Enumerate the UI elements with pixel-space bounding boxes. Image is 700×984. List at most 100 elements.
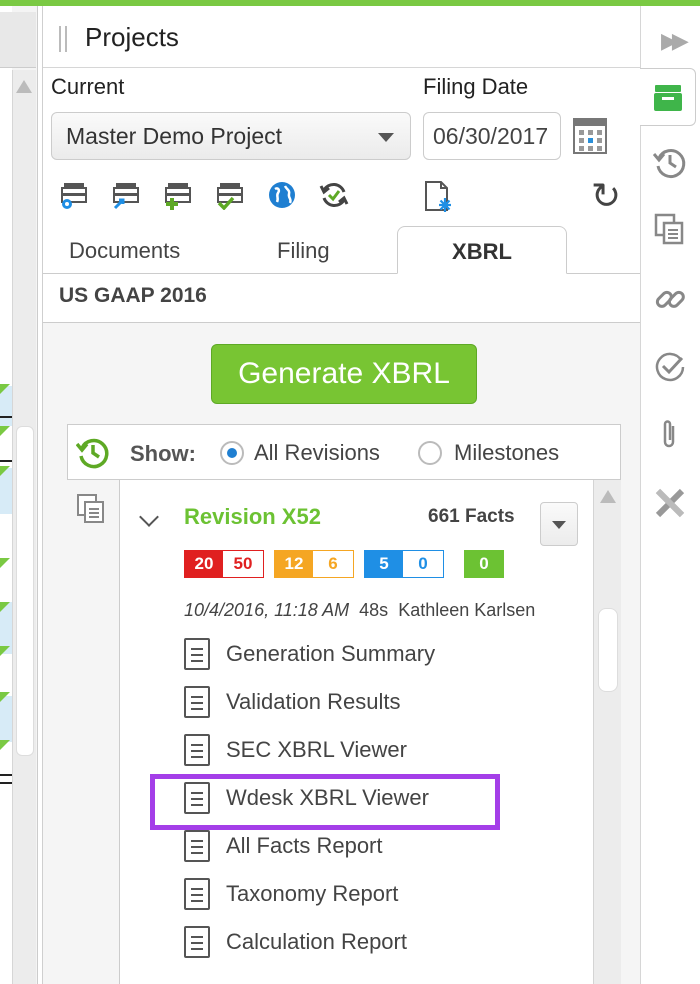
revision-filter-bar: Show: All Revisions Milestones (67, 424, 621, 480)
show-label: Show: (130, 441, 196, 466)
revision-menu-button[interactable] (540, 502, 578, 546)
doc-rule (0, 782, 12, 784)
current-label: Current (51, 74, 125, 99)
warning-count: 12 (275, 551, 313, 577)
doc-rule (0, 416, 12, 418)
tab-filing[interactable]: Filing (277, 238, 330, 264)
scroll-up-arrow[interactable] (600, 490, 616, 503)
document-tab (0, 12, 36, 68)
report-label: All Facts Report (226, 833, 383, 858)
report-label: Generation Summary (226, 641, 436, 666)
sync-icon[interactable] (319, 180, 349, 210)
fact-marker (0, 692, 10, 702)
settings-drawer-icon[interactable] (59, 180, 89, 210)
filing-date-label: Filing Date (423, 74, 529, 99)
add-drawer-icon[interactable] (163, 180, 193, 210)
chevron-down-icon[interactable] (139, 507, 159, 527)
warning-count-badge[interactable]: 12 6 (274, 550, 354, 578)
globe-icon[interactable] (267, 180, 297, 210)
document-icon (184, 926, 210, 958)
success-count: 0 (465, 551, 503, 577)
report-label: Taxonomy Report (226, 881, 399, 906)
check-circle-icon[interactable] (653, 350, 687, 384)
project-tabs: Documents Filing XBRL (43, 226, 641, 274)
info-count-secondary: 0 (403, 551, 443, 577)
radio-all-revisions[interactable] (220, 441, 244, 465)
scroll-up-arrow[interactable] (16, 80, 32, 93)
radio-all-revisions-label[interactable]: All Revisions (254, 440, 380, 466)
collapse-panel-icon[interactable]: ▶▶ (661, 28, 689, 54)
sidebar-item-projects[interactable] (640, 68, 696, 126)
attachment-icon[interactable] (653, 418, 687, 452)
fact-marker (0, 646, 10, 656)
success-count-badge[interactable]: 0 (464, 550, 504, 578)
info-count-badge[interactable]: 5 0 (364, 550, 444, 578)
project-select-value: Master Demo Project (66, 123, 283, 149)
revision-name[interactable]: Revision X52 (184, 504, 321, 530)
document-icon (184, 878, 210, 910)
projects-icon (654, 85, 682, 111)
radio-milestones-label[interactable]: Milestones (454, 440, 559, 466)
fact-marker (0, 426, 10, 436)
report-validation-results[interactable]: Validation Results (184, 684, 400, 720)
history-icon[interactable] (653, 146, 687, 180)
xbrl-x-icon[interactable] (653, 486, 687, 520)
scroll-thumb[interactable] (16, 426, 34, 756)
document-icon (184, 734, 210, 766)
tab-documents[interactable]: Documents (69, 238, 180, 264)
fact-marker (0, 740, 10, 750)
fact-marker (0, 466, 10, 476)
check-drawer-icon[interactable] (215, 180, 245, 210)
chevron-down-icon (378, 133, 394, 142)
refresh-icon[interactable]: ↻ (591, 178, 621, 214)
info-count: 5 (365, 551, 403, 577)
revision-author: Kathleen Karlsen (398, 600, 536, 620)
panel-title: Projects (85, 22, 179, 52)
project-select[interactable]: Master Demo Project (51, 112, 411, 160)
report-label: SEC XBRL Viewer (226, 737, 407, 762)
fact-marker (0, 558, 10, 568)
document-icon (184, 638, 210, 670)
fact-marker (0, 384, 10, 394)
revision-duration: 48s (359, 600, 389, 620)
right-sidebar: ▶▶ (640, 6, 700, 984)
error-count-secondary: 50 (223, 551, 263, 577)
generate-xbrl-button[interactable]: Generate XBRL (211, 344, 477, 404)
revision-scrollbar[interactable] (593, 480, 621, 984)
report-label: Calculation Report (226, 929, 407, 954)
taxonomy-label: US GAAP 2016 (59, 284, 207, 307)
copy-icon[interactable] (653, 212, 687, 246)
doc-highlight (0, 696, 12, 742)
error-count-badge[interactable]: 20 50 (184, 550, 264, 578)
report-generation-summary[interactable]: Generation Summary (184, 636, 435, 672)
panel-header: Projects (43, 6, 640, 68)
projects-panel: Projects Current Filing Date Master Demo… (42, 6, 641, 984)
calendar-icon[interactable] (573, 118, 607, 154)
error-count: 20 (185, 551, 223, 577)
warning-count-secondary: 6 (313, 551, 353, 577)
radio-milestones[interactable] (418, 441, 442, 465)
document-icon (184, 686, 210, 718)
tab-xbrl[interactable]: XBRL (397, 226, 567, 274)
revision-meta: 10/4/2016, 11:18 AM 48s Kathleen Karlsen (184, 600, 535, 621)
revision-facts-count: 661 Facts (428, 506, 515, 527)
background-document (0, 6, 38, 984)
filing-date-input[interactable]: 06/30/2017 (423, 112, 561, 160)
fact-marker (0, 602, 10, 612)
report-label: Validation Results (226, 689, 401, 714)
share-drawer-icon[interactable] (111, 180, 141, 210)
copy-icon[interactable] (75, 492, 107, 526)
document-icon (184, 830, 210, 862)
report-sec-xbrl-viewer[interactable]: SEC XBRL Viewer (184, 732, 407, 768)
link-icon[interactable] (653, 282, 687, 316)
doc-rule (0, 460, 12, 462)
report-taxonomy[interactable]: Taxonomy Report (184, 876, 398, 912)
freeze-document-icon[interactable] (423, 180, 455, 214)
revision-timestamp: 10/4/2016, 11:18 AM (184, 600, 350, 620)
highlight-box (150, 774, 500, 830)
drag-handle[interactable] (59, 26, 67, 52)
history-icon (76, 438, 109, 469)
report-all-facts[interactable]: All Facts Report (184, 828, 383, 864)
report-calculation[interactable]: Calculation Report (184, 924, 407, 960)
scroll-thumb[interactable] (598, 608, 618, 692)
